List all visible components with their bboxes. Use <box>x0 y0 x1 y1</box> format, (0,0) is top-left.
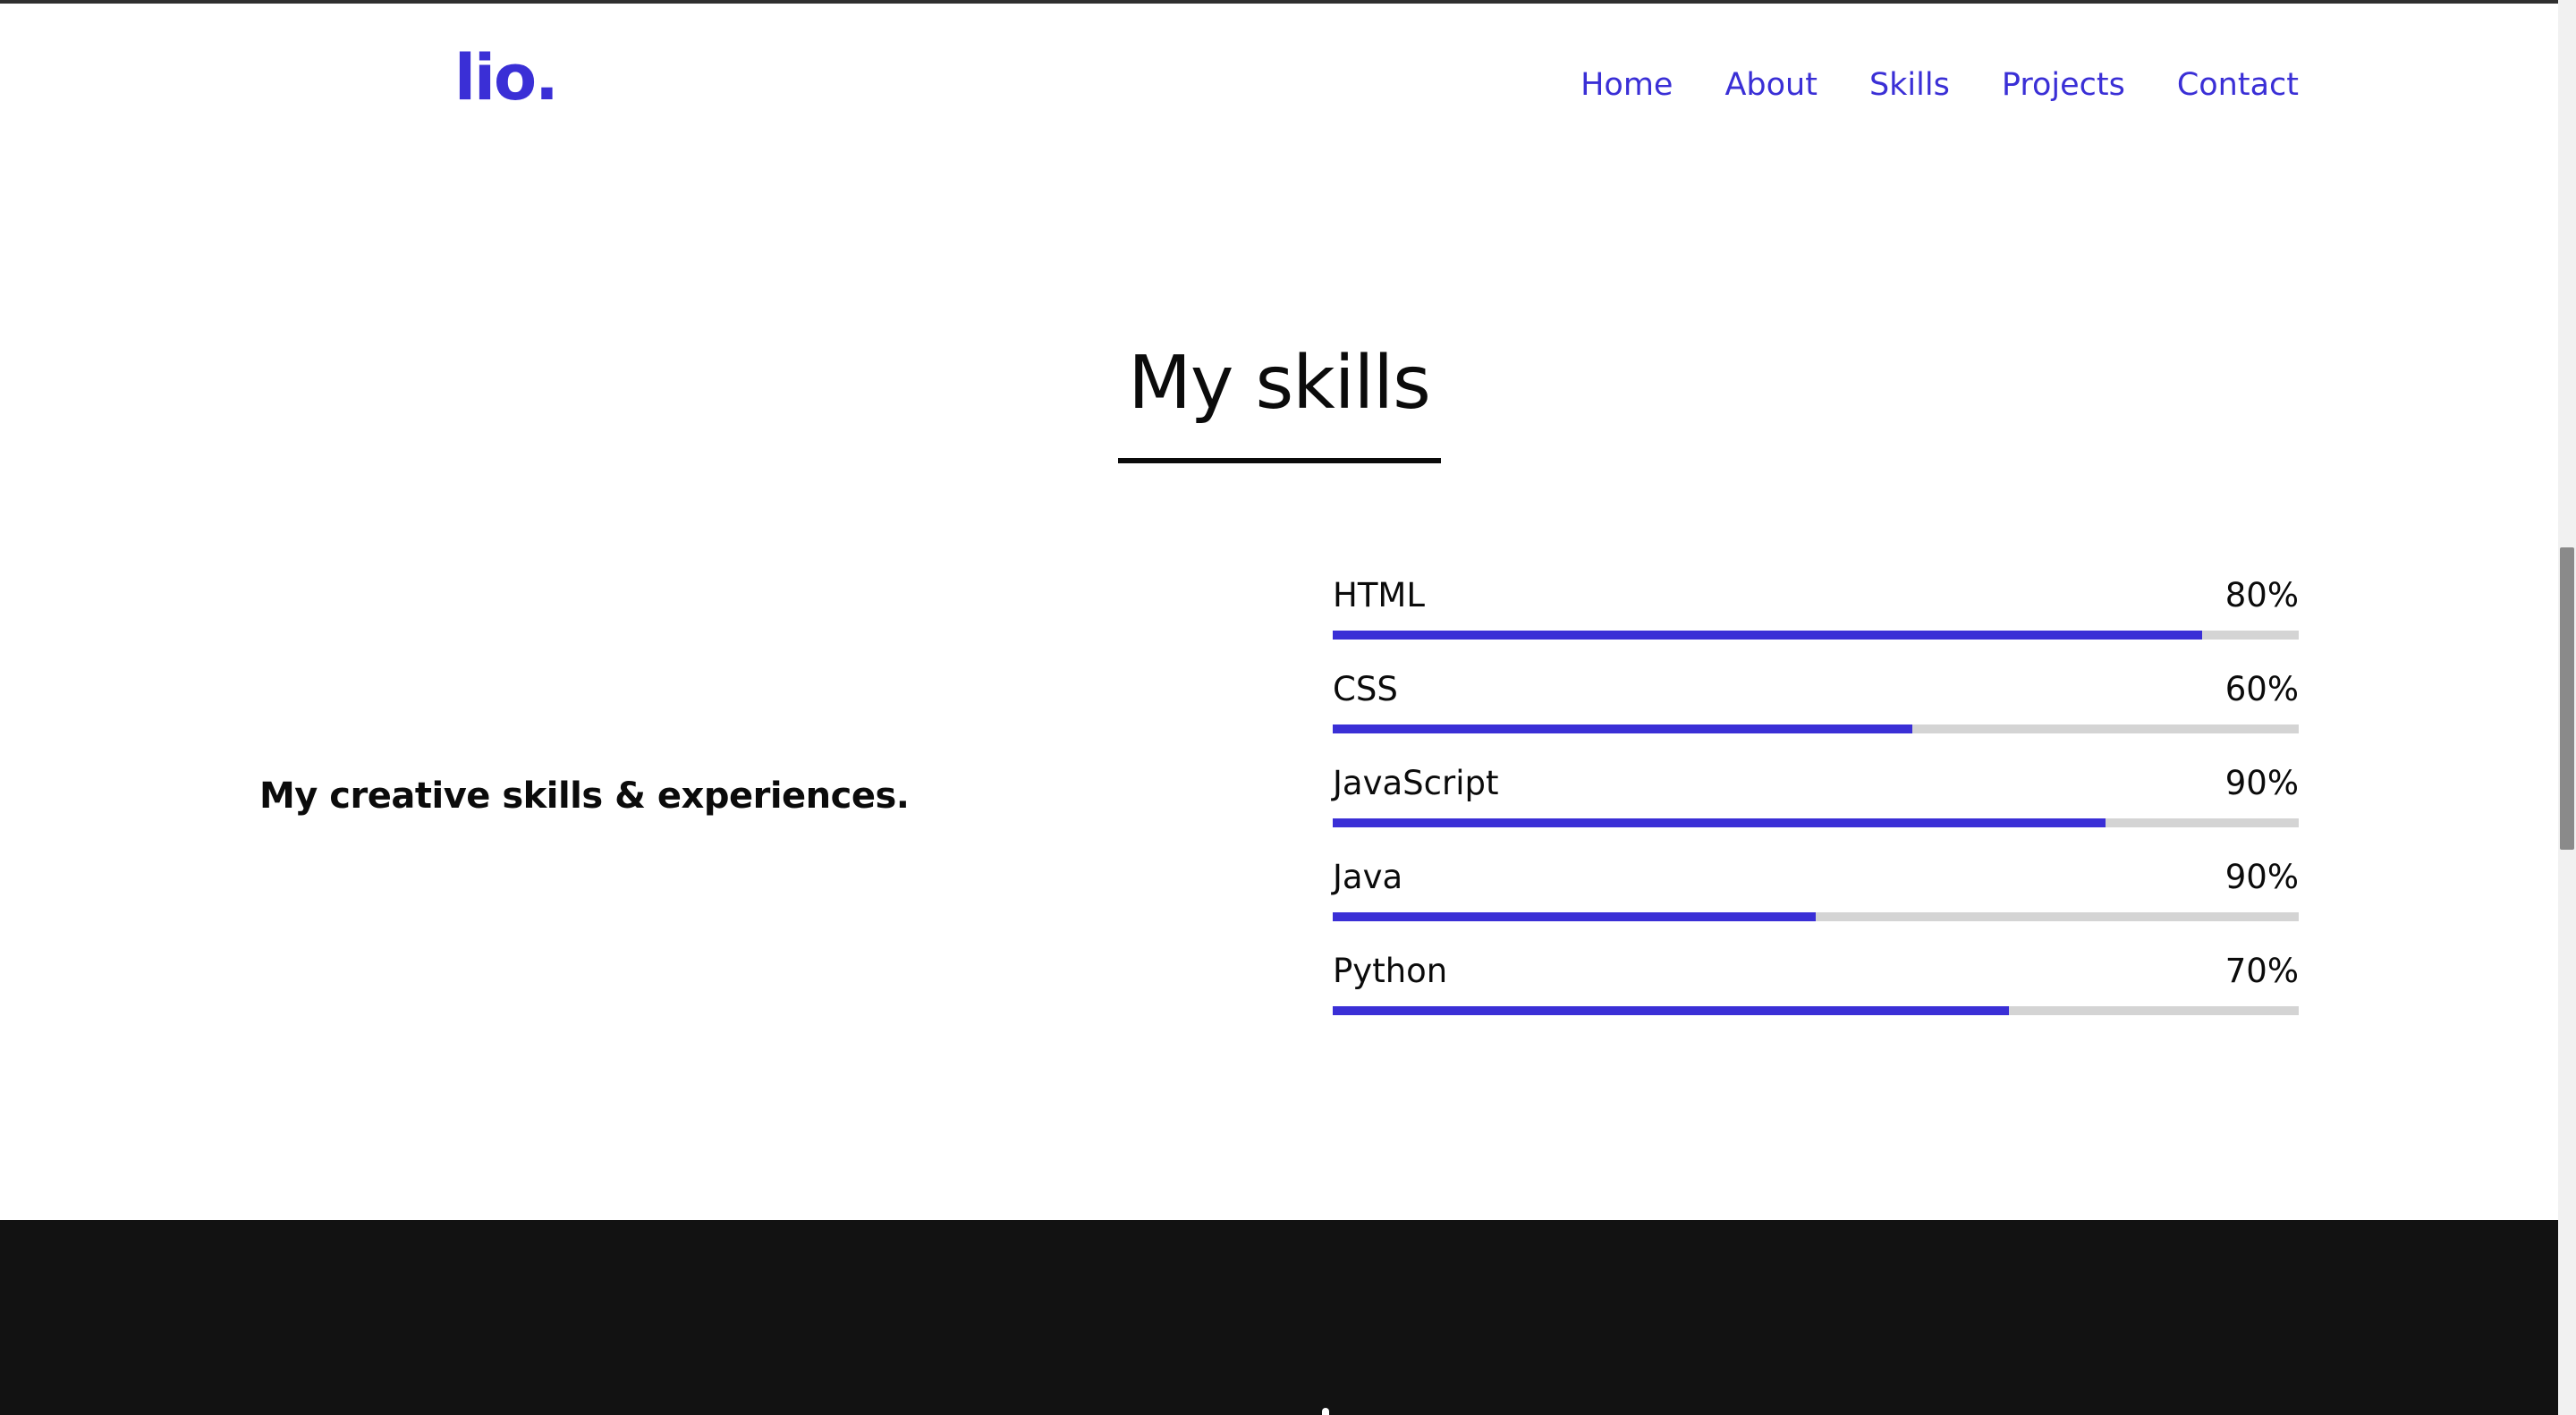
site-logo[interactable]: lio. <box>454 47 559 109</box>
skill-bar-track <box>1333 818 2299 827</box>
nav-contact-link[interactable]: Contact <box>2177 70 2299 101</box>
scrollbar-thumb[interactable] <box>2560 547 2574 850</box>
skill-item: JavaScript 90% <box>1333 764 2299 858</box>
skill-name: CSS <box>1333 670 1398 708</box>
nav-projects-link[interactable]: Projects <box>2002 70 2125 101</box>
skills-list: HTML 80% CSS 60% JavaScript 90% Java 90%… <box>1333 576 2299 1046</box>
skill-percent: 70% <box>2224 952 2299 990</box>
skill-name: Java <box>1333 858 1403 896</box>
skill-name: JavaScript <box>1333 764 1499 802</box>
skill-bar-fill <box>1333 818 2106 827</box>
skill-bar-fill <box>1333 724 1912 733</box>
skill-name: HTML <box>1333 576 1425 614</box>
footer-section <box>0 1220 2558 1415</box>
skill-name: Python <box>1333 952 1448 990</box>
page-scrollbar[interactable] <box>2558 0 2576 1415</box>
skill-item: Python 70% <box>1333 952 2299 1046</box>
skill-item: CSS 60% <box>1333 670 2299 764</box>
skill-item: Java 90% <box>1333 858 2299 952</box>
skill-bar-fill <box>1333 631 2202 640</box>
top-border <box>0 0 2576 4</box>
main-nav: Home About Skills Projects Contact <box>1580 70 2299 101</box>
page: lio. Home About Skills Projects Contact … <box>0 0 2576 1415</box>
skill-bar-fill <box>1333 1006 2009 1015</box>
skill-bar-track <box>1333 631 2299 640</box>
skill-percent: 90% <box>2224 858 2299 896</box>
footer-content-glimpse <box>1322 1408 1329 1415</box>
skill-percent: 60% <box>2224 670 2299 708</box>
nav-home-link[interactable]: Home <box>1580 70 1673 101</box>
nav-skills-link[interactable]: Skills <box>1869 70 1950 101</box>
skill-bar-track <box>1333 724 2299 733</box>
title-underline <box>1118 458 1441 463</box>
skill-bar-track <box>1333 1006 2299 1015</box>
nav-about-link[interactable]: About <box>1724 70 1817 101</box>
skill-bar-fill <box>1333 912 1816 921</box>
skill-percent: 80% <box>2224 576 2299 614</box>
section-title: My skills <box>1128 341 1431 426</box>
skill-percent: 90% <box>2224 764 2299 802</box>
skills-tagline: My creative skills & experiences. <box>259 775 910 817</box>
skill-bar-track <box>1333 912 2299 921</box>
skill-item: HTML 80% <box>1333 576 2299 670</box>
